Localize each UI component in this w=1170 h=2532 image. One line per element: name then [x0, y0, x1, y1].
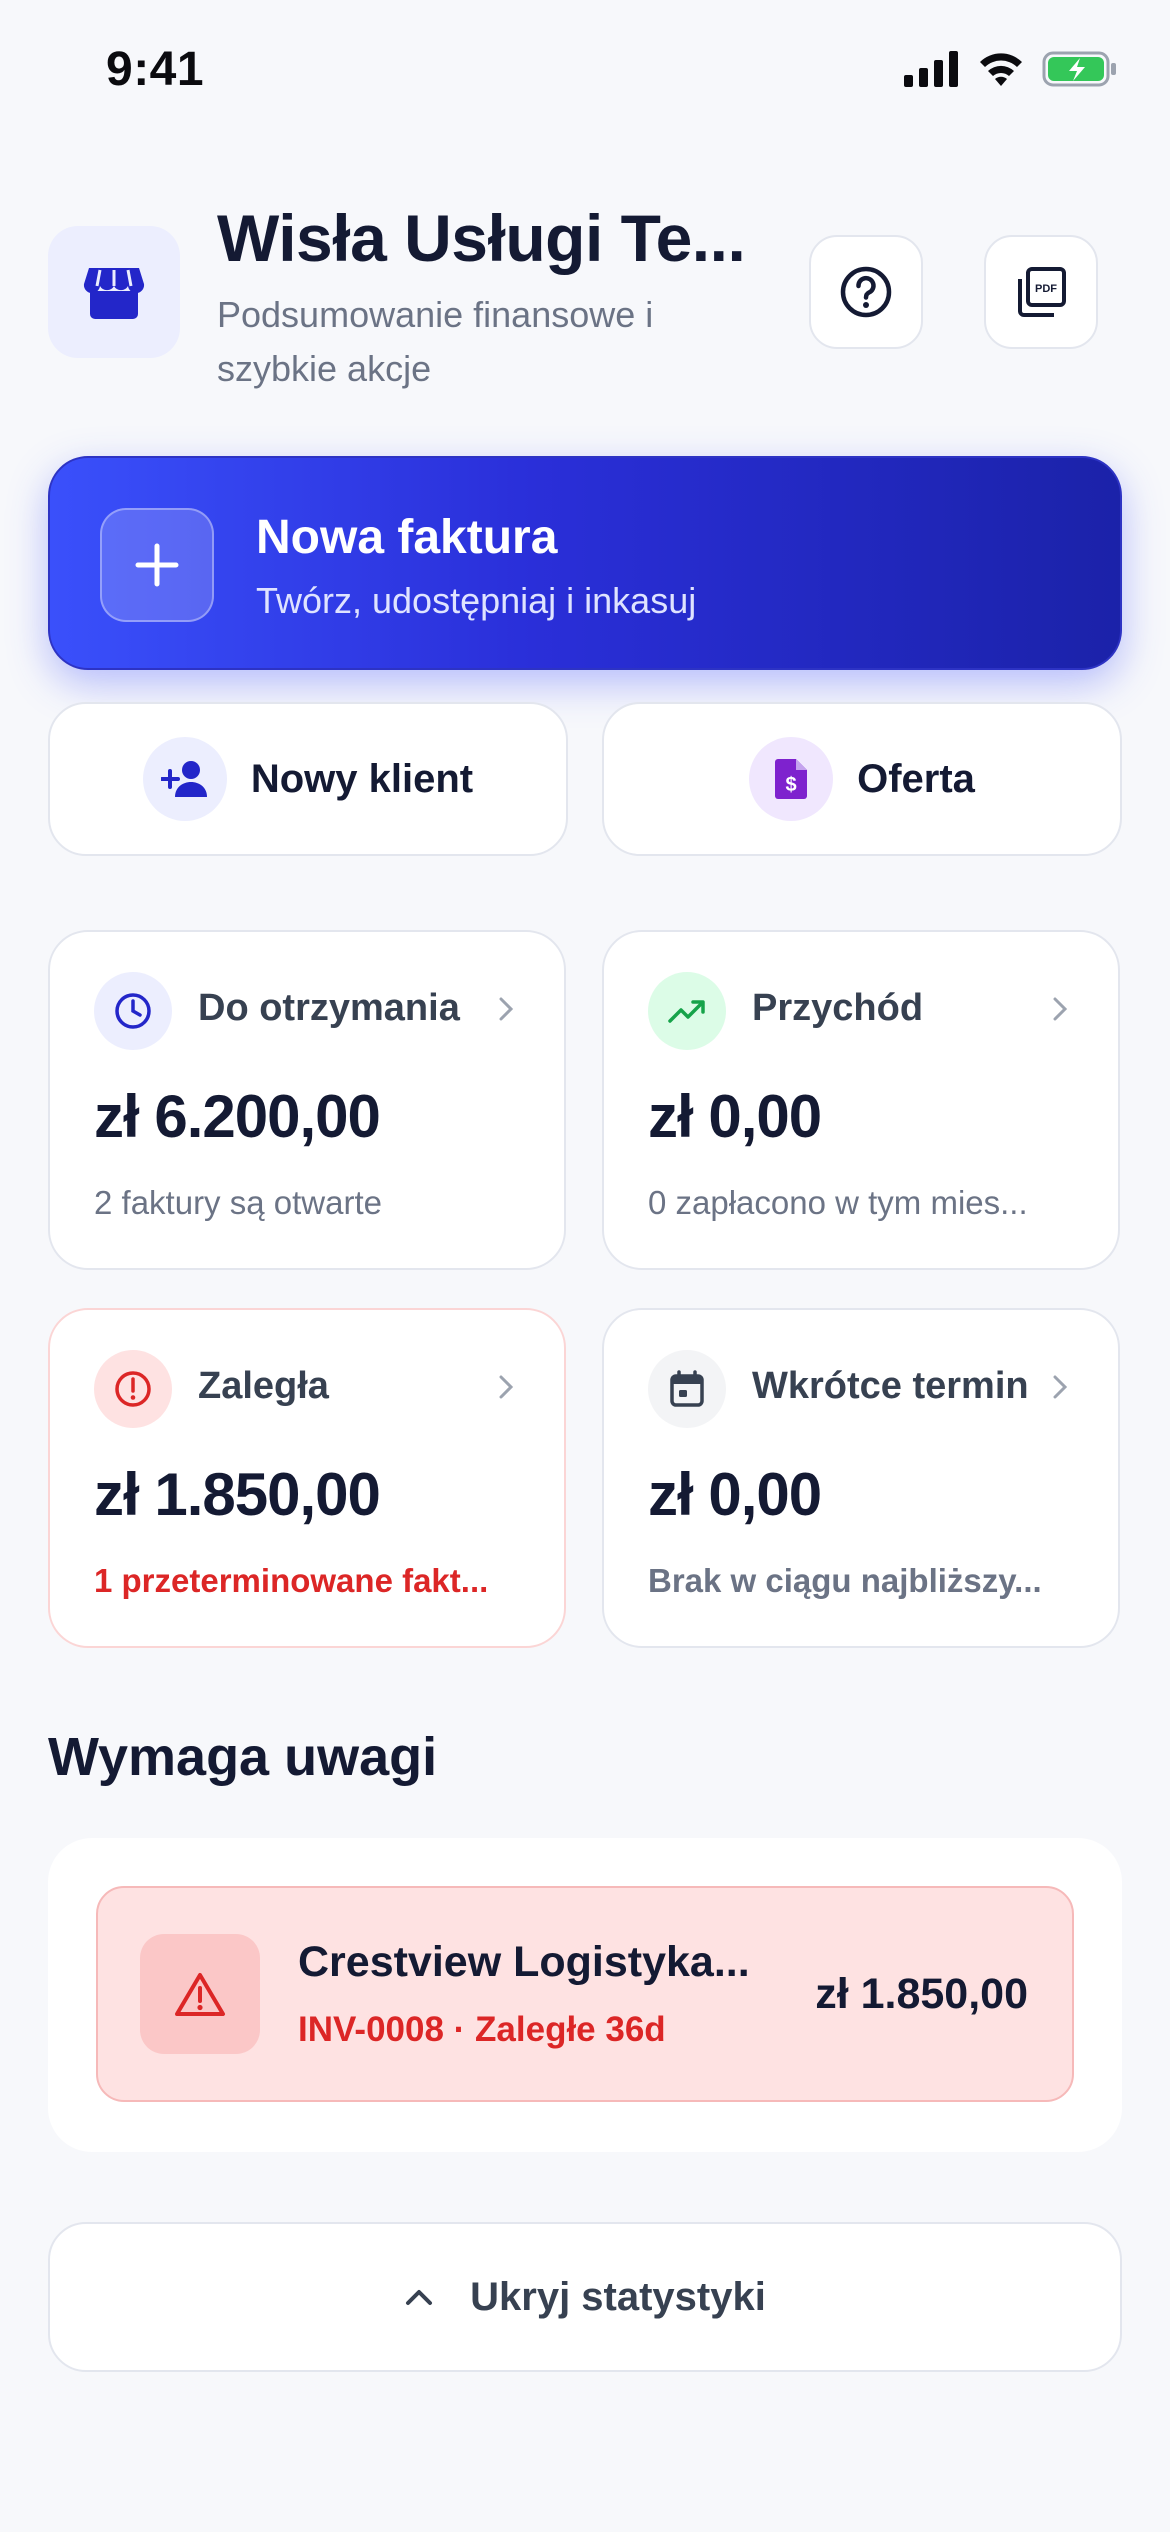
new-client-label: Nowy klient [250, 756, 474, 801]
dashboard-screen: 9:41 Wisła Usługi Te... Podsumowanie fin… [0, 0, 1170, 2532]
stat-note: Brak w ciągu najbliższy... [648, 1562, 1042, 1599]
new-client-button[interactable]: Nowy klient [48, 702, 568, 856]
chevron-right-icon [1053, 997, 1068, 1021]
clock-icon [94, 972, 172, 1050]
svg-text:$: $ [786, 774, 797, 796]
stat-note: 1 przeterminowane fakt... [94, 1562, 489, 1599]
business-name: Wisła Usługi Te... [217, 201, 746, 275]
stat-label: Przychód [752, 987, 924, 1029]
trend-up-icon [648, 972, 726, 1050]
stat-card-receivable[interactable]: Do otrzymania zł 6.200,00 2 faktury są o… [48, 930, 566, 1270]
new-invoice-title: Nowa faktura [256, 511, 558, 564]
chevron-right-icon [499, 997, 514, 1021]
quote-document-icon: $ [749, 737, 834, 821]
stat-note: 0 zapłacono w tym mies... [648, 1184, 1028, 1221]
stat-card-overdue[interactable]: Zaległa zł 1.850,00 1 przeterminowane fa… [48, 1308, 566, 1648]
plus-icon [100, 508, 214, 622]
attention-client-name: Crestview Logistyka... [298, 1938, 750, 1986]
chevron-up-icon [406, 2290, 433, 2305]
stat-value: zł 6.200,00 [94, 1083, 381, 1150]
pdf-export-button[interactable]: PDF [984, 235, 1098, 349]
warning-triangle-icon [140, 1934, 260, 2054]
stat-value: zł 0,00 [648, 1083, 822, 1150]
stat-label: Zaległa [198, 1365, 329, 1407]
stat-card-revenue[interactable]: Przychód zł 0,00 0 zapłacono w tym mies.… [602, 930, 1120, 1270]
new-invoice-button[interactable]: Nowa faktura Twórz, udostępniaj i inkasu… [48, 456, 1122, 670]
svg-text:PDF: PDF [1035, 283, 1057, 295]
quote-label: Oferta [857, 756, 975, 801]
hide-stats-button[interactable]: Ukryj statystyki [48, 2222, 1122, 2372]
status-bar: 9:41 [0, 0, 1170, 150]
attention-amount: zł 1.850,00 [815, 1970, 1028, 2018]
alert-circle-icon [94, 1350, 172, 1428]
hide-stats-label: Ukryj statystyki [470, 2274, 766, 2319]
new-invoice-subtitle: Twórz, udostępniaj i inkasuj [256, 580, 697, 621]
add-person-icon [142, 737, 227, 821]
chevron-right-icon [1053, 1375, 1068, 1399]
store-icon [83, 268, 145, 319]
attention-invoice-detail: INV-0008 · Zaległe 36d [298, 2010, 666, 2049]
business-logo-tile [48, 226, 180, 358]
battery-charging-icon [1042, 51, 1116, 87]
attention-item[interactable]: Crestview Logistyka... INV-0008 · Zaległ… [96, 1886, 1074, 2102]
stat-value: zł 1.850,00 [94, 1461, 381, 1528]
stat-value: zł 0,00 [648, 1461, 822, 1528]
attention-panel: Crestview Logistyka... INV-0008 · Zaległ… [48, 1838, 1122, 2152]
status-time: 9:41 [106, 43, 205, 96]
status-icons [904, 50, 1118, 88]
stat-label: Do otrzymania [198, 987, 460, 1029]
quote-button[interactable]: $ Oferta [602, 702, 1122, 856]
section-title-attention: Wymaga uwagi [48, 1727, 438, 1787]
stat-label: Wkrótce termin [752, 1365, 1029, 1407]
stat-card-due-soon[interactable]: Wkrótce termin zł 0,00 Brak w ciągu najb… [602, 1308, 1120, 1648]
header-subtitle: Podsumowanie finansowe i szybkie akcje [217, 294, 654, 389]
wifi-icon [980, 53, 1022, 86]
stat-note: 2 faktury są otwarte [94, 1184, 382, 1221]
help-button[interactable] [809, 235, 923, 349]
chevron-right-icon [499, 1375, 514, 1399]
pdf-icon: PDF [1018, 267, 1066, 317]
calendar-icon [648, 1350, 726, 1428]
cellular-signal-icon [904, 51, 958, 87]
help-icon [840, 266, 892, 318]
